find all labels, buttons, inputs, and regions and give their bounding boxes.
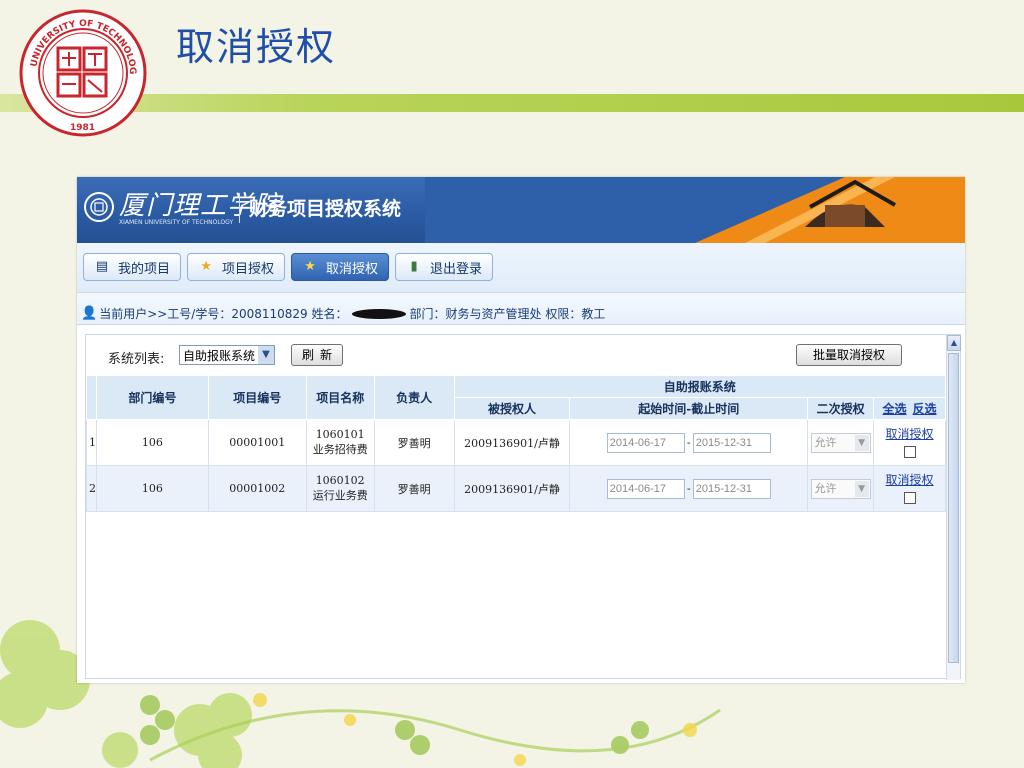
tab-project-authorize[interactable]: ★ 项目授权 bbox=[187, 253, 286, 281]
authorization-table-wrap: 部门编号 项目编号 项目名称 负责人 自助报账系统 被授权人 起始时间-截止时间… bbox=[86, 375, 947, 512]
user-info-suffix: 部门：财务与资产管理处 权限：教工 bbox=[409, 307, 606, 321]
owner-header: 负责人 bbox=[373, 375, 455, 420]
scroll-thumb[interactable] bbox=[948, 353, 959, 663]
row-index: 2 bbox=[86, 465, 97, 512]
owner-cell: 罗善明 bbox=[373, 465, 455, 512]
chevron-down-icon: ▼ bbox=[258, 346, 274, 364]
chevron-down-icon: ▼ bbox=[854, 434, 869, 451]
project-no-cell: 00001002 bbox=[207, 465, 307, 512]
grantee-cell: 2009136901/卢静 bbox=[453, 419, 571, 466]
second-grant-select[interactable]: 允许 ▼ bbox=[810, 478, 871, 499]
cancel-authorization-link[interactable]: 取消授权 bbox=[874, 425, 945, 442]
cancel-authorization-link[interactable]: 取消授权 bbox=[874, 471, 945, 488]
second-grant-cell: 允许 ▼ bbox=[807, 465, 875, 512]
table-row: 2 106 00001002 1060102运行业务费 罗善明 20091369… bbox=[86, 465, 946, 512]
content-panel: 系统列表: 自助报账系统 ▼ 刷新 批量取消授权 部门编号 项目编号 项目名称 bbox=[85, 334, 961, 680]
filter-controls: 系统列表: 自助报账系统 ▼ 刷新 批量取消授权 bbox=[86, 335, 960, 375]
second-grant-value: 允许 bbox=[814, 481, 837, 495]
tab-label: 项目授权 bbox=[222, 261, 275, 277]
tab-label: 退出登录 bbox=[430, 261, 483, 277]
row-checkbox[interactable] bbox=[903, 491, 916, 504]
logout-icon: ▮ bbox=[410, 259, 418, 274]
tab-logout[interactable]: ▮ 退出登录 bbox=[395, 253, 494, 281]
second-grant-select[interactable]: 允许 ▼ bbox=[810, 432, 871, 453]
star-icon: ★ bbox=[200, 259, 212, 274]
start-date-input[interactable]: 2014-06-17 bbox=[606, 478, 685, 499]
index-header bbox=[86, 375, 97, 420]
system-select[interactable]: 自助报账系统 ▼ bbox=[179, 345, 275, 365]
header-divider bbox=[239, 193, 240, 223]
dept-header: 部门编号 bbox=[96, 375, 209, 420]
row-checkbox[interactable] bbox=[903, 445, 916, 458]
date-separator: - bbox=[686, 482, 691, 495]
star-cancel-icon: ★ bbox=[304, 259, 316, 274]
period-cell: 2014-06-17-2015-12-31 bbox=[569, 419, 809, 466]
header-banner-art bbox=[425, 177, 965, 243]
grantee-header: 被授权人 bbox=[453, 397, 571, 420]
project-no-header: 项目编号 bbox=[207, 375, 307, 420]
main-toolbar: ▤ 我的项目 ★ 项目授权 ★ 取消授权 ▮ 退出登录 bbox=[77, 243, 965, 293]
project-name-header: 项目名称 bbox=[305, 375, 375, 420]
action-cell: 取消授权 bbox=[873, 465, 946, 512]
tab-cancel-authorize[interactable]: ★ 取消授权 bbox=[291, 253, 390, 281]
start-date-input[interactable]: 2014-06-17 bbox=[606, 432, 685, 453]
redacted-name bbox=[351, 308, 406, 319]
slide-title: 取消授权 bbox=[176, 25, 337, 69]
invert-selection-link[interactable]: 反选 bbox=[913, 400, 937, 417]
dept-cell: 106 bbox=[96, 419, 209, 466]
school-emblem-icon bbox=[84, 192, 114, 222]
owner-cell: 罗善明 bbox=[373, 419, 455, 466]
scroll-up-icon[interactable]: ▲ bbox=[947, 335, 961, 351]
period-cell: 2014-06-17-2015-12-31 bbox=[569, 465, 809, 512]
second-grant-header: 二次授权 bbox=[807, 397, 875, 420]
date-separator: - bbox=[686, 436, 691, 449]
tab-my-projects[interactable]: ▤ 我的项目 bbox=[83, 253, 182, 281]
tab-label: 取消授权 bbox=[326, 261, 379, 277]
project-no-cell: 00001001 bbox=[207, 419, 307, 466]
app-header: 厦门理工学院 XIAMEN UNIVERSITY OF TECHNOLOGY 财… bbox=[77, 177, 965, 243]
action-cell: 取消授权 bbox=[873, 419, 946, 466]
system-list-label: 系统列表: bbox=[108, 352, 165, 367]
period-header: 起始时间-截止时间 bbox=[569, 397, 809, 420]
user-info-prefix: 当前用户>>工号/学号：2008110829 姓名： bbox=[99, 307, 348, 321]
chevron-down-icon: ▼ bbox=[854, 480, 869, 497]
batch-cancel-button[interactable]: 批量取消授权 bbox=[796, 344, 902, 366]
slide-accent-bar bbox=[0, 94, 1024, 112]
dept-cell: 106 bbox=[96, 465, 209, 512]
project-name-cell: 1060102运行业务费 bbox=[305, 465, 375, 512]
app-window: 厦门理工学院 XIAMEN UNIVERSITY OF TECHNOLOGY 财… bbox=[77, 177, 965, 683]
grantee-cell: 2009136901/卢静 bbox=[453, 465, 571, 512]
table-row: 1 106 00001001 1060101业务招待费 罗善明 20091369… bbox=[86, 419, 946, 466]
system-title: 财务项目授权系统 bbox=[249, 198, 402, 220]
row-index: 1 bbox=[86, 419, 97, 466]
select-all-link[interactable]: 全选 bbox=[883, 400, 907, 417]
second-grant-cell: 允许 ▼ bbox=[807, 419, 875, 466]
refresh-button[interactable]: 刷新 bbox=[291, 344, 343, 366]
project-name-cell: 1060101业务招待费 bbox=[305, 419, 375, 466]
document-icon: ▤ bbox=[95, 259, 109, 274]
user-icon: 👤 bbox=[81, 306, 98, 321]
school-name-en: XIAMEN UNIVERSITY OF TECHNOLOGY bbox=[119, 219, 234, 226]
select-header: 全选 反选 bbox=[873, 397, 946, 420]
current-user-bar: 👤 当前用户>>工号/学号：2008110829 姓名： 部门：财务与资产管理处… bbox=[77, 293, 965, 325]
end-date-input[interactable]: 2015-12-31 bbox=[692, 478, 771, 499]
tab-label: 我的项目 bbox=[118, 261, 171, 277]
group-header: 自助报账系统 bbox=[453, 375, 947, 398]
svg-text:1981: 1981 bbox=[70, 123, 95, 133]
authorization-table: 部门编号 项目编号 项目名称 负责人 自助报账系统 被授权人 起始时间-截止时间… bbox=[86, 375, 947, 512]
university-seal-icon: UNIVERSITY OF TECHNOLOGY 1981 bbox=[18, 8, 147, 137]
system-select-value: 自助报账系统 bbox=[183, 348, 256, 363]
second-grant-value: 允许 bbox=[814, 435, 837, 449]
vertical-scrollbar[interactable]: ▲ bbox=[946, 335, 961, 680]
end-date-input[interactable]: 2015-12-31 bbox=[692, 432, 771, 453]
